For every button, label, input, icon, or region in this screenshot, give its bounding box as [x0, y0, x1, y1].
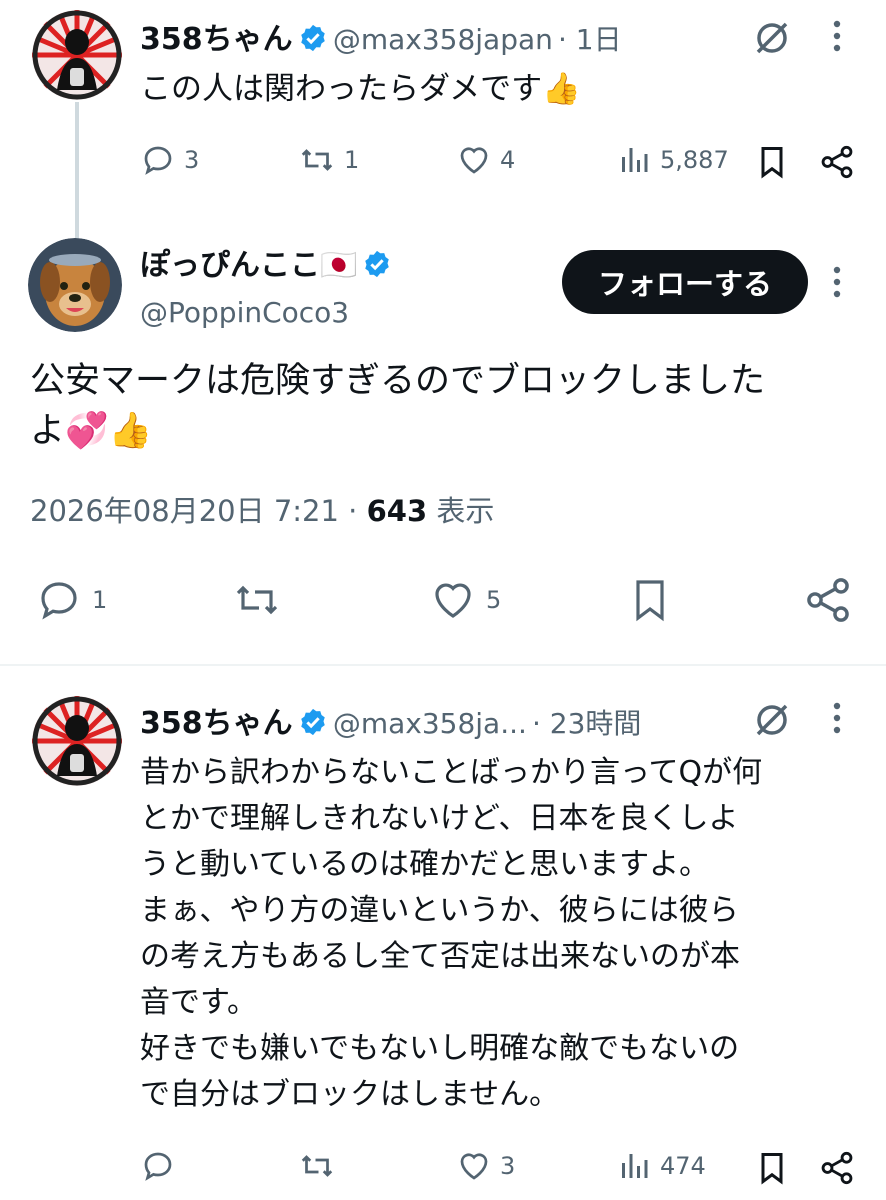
views-chart-icon	[622, 1154, 648, 1178]
reply-bookmark-button[interactable]	[754, 1148, 790, 1192]
main-like-button[interactable]: 5	[428, 576, 501, 624]
reply-view-count: 474	[660, 1152, 706, 1180]
retweet-icon	[301, 149, 333, 171]
main-views-label: 表示	[427, 494, 495, 528]
grok-symbol-icon	[756, 22, 788, 54]
retweet-icon	[301, 1155, 333, 1177]
avatar-image-icon	[32, 10, 122, 100]
main-like-count: 5	[486, 586, 502, 614]
verified-badge-icon	[300, 24, 325, 52]
reply-text: 昔から訳わからないことばっかり言ってQが何 とかで理解しきれないけど、日本を良く…	[140, 750, 762, 1118]
avatar-358chan[interactable]	[32, 696, 122, 786]
tweet1-reply-count: 3	[184, 146, 200, 174]
bookmark-icon	[761, 147, 783, 179]
tweet1-share-button[interactable]	[818, 142, 856, 186]
reply-text-line: 音です。	[140, 985, 257, 1020]
share-icon	[821, 1151, 853, 1185]
reply-more-menu-icon[interactable]	[822, 696, 852, 744]
main-share-button[interactable]	[802, 574, 854, 630]
tweet1-bookmark-button[interactable]	[754, 142, 790, 186]
reply-timestamp[interactable]: · 23時間	[532, 707, 641, 740]
tweet1-timestamp[interactable]: · 1日	[558, 23, 622, 56]
reply-icon	[144, 146, 172, 175]
bookmark-icon	[761, 1153, 783, 1185]
tweet1-text: この人は関わったらダメです👍	[140, 71, 581, 107]
reply-text-line: とかで理解しきれないけど、日本を良くしよ	[140, 801, 739, 836]
reply-like-button[interactable]: 3	[456, 1148, 515, 1184]
bookmark-icon	[636, 580, 664, 622]
tweet1-like-button[interactable]: 4	[456, 142, 515, 178]
main-handle[interactable]: @PoppinCoco3	[140, 296, 349, 329]
avatar-poppincoco[interactable]	[28, 238, 122, 332]
avatar-image-icon	[32, 696, 122, 786]
main-text-line: よ💞👍	[30, 411, 153, 451]
more-dots-icon	[833, 20, 841, 52]
reply-like-count: 3	[500, 1152, 516, 1180]
more-dots-icon	[833, 266, 841, 298]
main-more-menu-icon[interactable]	[822, 260, 852, 308]
tweet1-like-count: 4	[500, 146, 516, 174]
reply-text-line: まぁ、やり方の違いというか、彼らには彼ら	[140, 893, 739, 928]
tweet1-header: 358ちゃん @max358japan · 1日	[140, 14, 622, 58]
reply-handle[interactable]: @max358ja...	[333, 707, 527, 740]
more-dots-icon	[833, 702, 841, 734]
tweet1-views-button[interactable]: 5,887	[616, 142, 729, 178]
reply-header: 358ちゃん @max358ja... · 23時間	[140, 698, 641, 742]
main-timestamp[interactable]: 2026年08月20日 7:21 ·	[30, 494, 367, 528]
share-icon	[821, 145, 853, 179]
grok-symbol-icon	[756, 704, 788, 736]
heart-icon	[460, 147, 488, 174]
grok-icon[interactable]	[752, 18, 792, 62]
main-author-name[interactable]: ぽっぴんここ🇯🇵	[140, 248, 357, 283]
reply-share-button[interactable]	[818, 1148, 856, 1192]
main-reply-button[interactable]: 1	[34, 576, 107, 624]
share-icon	[807, 578, 849, 622]
main-header: ぽっぴんここ🇯🇵	[140, 240, 392, 284]
verified-badge-icon	[300, 708, 325, 736]
reply-views-button[interactable]: 474	[616, 1148, 706, 1184]
tweet1-retweet-count: 1	[344, 146, 360, 174]
views-chart-icon	[622, 148, 648, 172]
follow-button[interactable]: フォローする	[562, 250, 808, 314]
reply-text-line: 昔から訳わからないことばっかり言ってQが何	[140, 755, 763, 790]
main-retweet-button[interactable]	[230, 576, 284, 624]
main-reply-count: 1	[92, 586, 108, 614]
reply-text-line: 好きでも嫌いでもないし明確な敵でもないの	[140, 1031, 740, 1066]
section-divider	[0, 664, 886, 666]
verified-badge-icon	[365, 250, 390, 278]
tweet1-author-name[interactable]: 358ちゃん	[140, 22, 293, 57]
heart-icon	[460, 1153, 488, 1180]
heart-icon	[435, 583, 471, 618]
thread-connector-line	[75, 102, 79, 242]
tweet1-more-menu-icon[interactable]	[822, 14, 852, 62]
main-timestamp-row: 2026年08月20日 7:21 · 643 表示	[30, 488, 494, 530]
reply-reply-button[interactable]	[140, 1148, 176, 1184]
reply-icon	[144, 1152, 172, 1181]
tweet1-handle[interactable]: @max358japan	[333, 23, 553, 56]
retweet-icon	[236, 585, 278, 615]
main-text-line: 公安マークは危険すぎるのでブロックしました	[30, 361, 766, 401]
reply-text-line: の考え方もあるし全て否定は出来ないのが本	[140, 939, 740, 974]
avatar-358chan[interactable]	[32, 10, 122, 100]
grok-icon[interactable]	[752, 700, 792, 744]
tweet1-reply-button[interactable]: 3	[140, 142, 199, 178]
dog-avatar-icon	[28, 238, 122, 332]
reply-author-name[interactable]: 358ちゃん	[140, 706, 293, 741]
reply-icon	[41, 582, 77, 620]
reply-retweet-button[interactable]	[298, 1148, 336, 1184]
main-view-count: 643	[366, 494, 428, 528]
reply-text-line: で自分はブロックはしません。	[140, 1077, 560, 1112]
main-tweet-text: 公安マークは危険すぎるのでブロックしました よ💞👍	[30, 356, 765, 456]
tweet1-view-count: 5,887	[660, 146, 729, 174]
reply-text-line: うと動いているのは確かだと思いますよ。	[140, 847, 710, 882]
main-bookmark-button[interactable]	[626, 574, 674, 630]
tweet1-retweet-button[interactable]: 1	[298, 142, 359, 178]
